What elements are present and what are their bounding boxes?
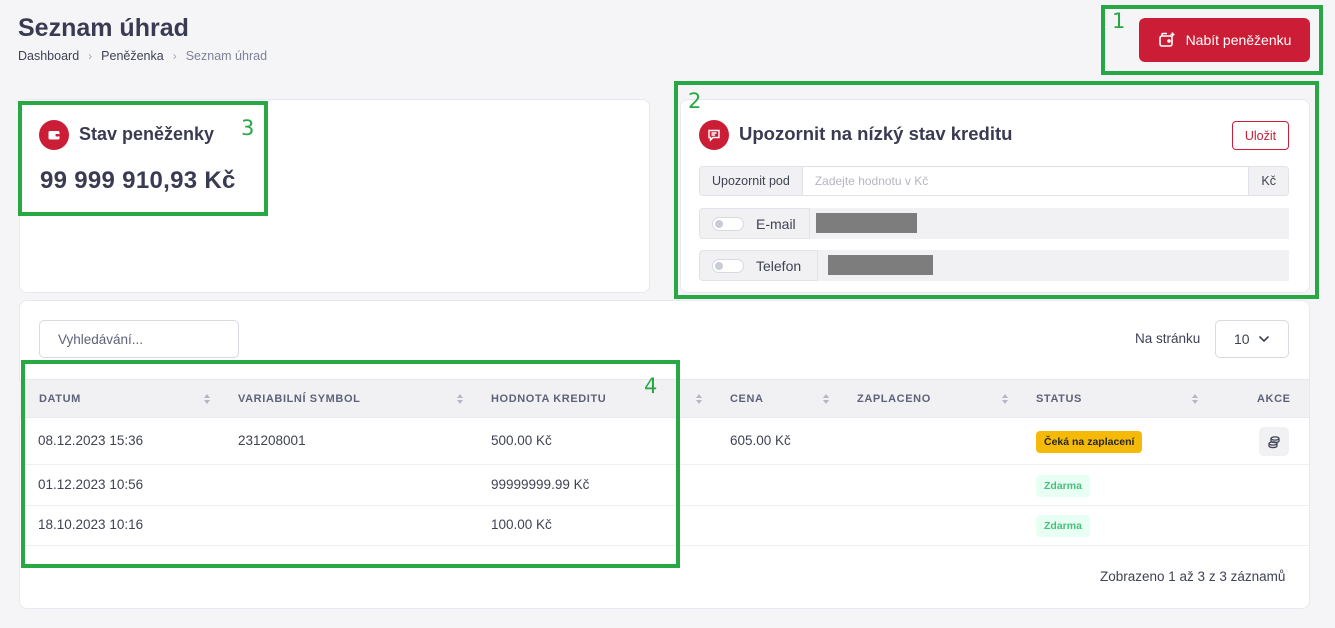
status-badge: Čeká na zaplacení	[1036, 431, 1143, 453]
table-header: DATUM VARIABILNÍ SYMBOL HODNOTA KREDITU …	[19, 379, 1309, 418]
annotation-label-1: 1	[1112, 9, 1126, 33]
threshold-prefix: Upozornit pod	[700, 167, 803, 195]
cell-credit: 100.00 Kč	[491, 517, 552, 532]
phone-toggle[interactable]	[712, 258, 744, 273]
breadcrumb-current: Seznam úhrad	[185, 49, 268, 63]
wallet-icon	[39, 120, 69, 150]
breadcrumb-separator: ›	[88, 49, 93, 63]
breadcrumb-dashboard[interactable]: Dashboard	[18, 49, 79, 63]
breadcrumb: Dashboard › Peněženka › Seznam úhrad	[18, 49, 267, 63]
currency-suffix: Kč	[1248, 167, 1288, 195]
phone-label: Telefon	[756, 257, 802, 274]
charge-wallet-button[interactable]: Nabít peněženku	[1139, 18, 1310, 62]
alert-title: Upozornit na nízký stav kreditu	[739, 123, 1013, 144]
column-header-actions: AKCE	[1257, 393, 1291, 405]
status-badge: Zdarma	[1036, 515, 1090, 537]
annotation-label-3: 3	[241, 116, 255, 140]
status-badge: Zdarma	[1036, 475, 1090, 497]
wallet-title: Stav peněženky	[79, 124, 215, 144]
redacted-phone	[828, 255, 933, 275]
annotation-label-4: 4	[644, 374, 658, 398]
email-label: E-mail	[756, 215, 796, 232]
table-row: 18.10.2023 10:16 100.00 Kč Zdarma	[19, 506, 1309, 546]
column-header-variable-symbol[interactable]: VARIABILNÍ SYMBOL	[238, 393, 360, 405]
search-input[interactable]	[39, 320, 239, 358]
breadcrumb-separator: ›	[172, 49, 177, 63]
column-header-paid[interactable]: ZAPLACENO	[857, 393, 931, 405]
cell-variable-symbol: 231208001	[238, 433, 306, 448]
email-toggle[interactable]	[712, 216, 744, 231]
threshold-input[interactable]	[802, 167, 1249, 195]
column-header-price[interactable]: CENA	[730, 393, 764, 405]
redacted-email	[816, 213, 917, 233]
sort-icon[interactable]	[456, 392, 464, 406]
table-row: 08.12.2023 15:36 231208001 500.00 Kč 605…	[19, 418, 1309, 465]
email-value-field[interactable]	[809, 208, 1289, 239]
per-page-value: 10	[1234, 331, 1250, 347]
charge-wallet-label: Nabít peněženku	[1185, 32, 1292, 48]
breadcrumb-wallet[interactable]: Peněženka	[101, 49, 164, 63]
sort-icon[interactable]	[1191, 392, 1199, 406]
per-page-select[interactable]: 10	[1215, 320, 1289, 358]
column-header-date[interactable]: DATUM	[39, 393, 81, 405]
per-page-label: Na stránku	[1135, 331, 1201, 346]
table-summary: Zobrazeno 1 až 3 z 3 záznamů	[1100, 569, 1286, 584]
phone-value-field[interactable]	[817, 250, 1289, 281]
coins-icon	[1268, 435, 1280, 448]
sort-icon[interactable]	[1001, 392, 1009, 406]
save-button[interactable]: Uložit	[1232, 121, 1289, 150]
message-alert-icon	[699, 120, 729, 150]
annotation-label-2: 2	[688, 89, 702, 113]
sort-icon[interactable]	[822, 392, 830, 406]
cell-date: 08.12.2023 15:36	[38, 433, 144, 448]
pay-action-button[interactable]	[1259, 427, 1289, 456]
column-header-status[interactable]: STATUS	[1036, 393, 1082, 405]
sort-icon[interactable]	[203, 392, 211, 406]
wallet-plus-icon	[1158, 32, 1175, 47]
sort-icon[interactable]	[695, 392, 703, 406]
cell-date: 18.10.2023 10:16	[38, 517, 144, 532]
table-row: 01.12.2023 10:56 99999999.99 Kč Zdarma	[19, 465, 1309, 506]
email-toggle-row: E-mail	[699, 208, 1289, 239]
phone-toggle-row: Telefon	[699, 250, 1289, 281]
cell-price: 605.00 Kč	[730, 433, 791, 448]
page-title: Seznam úhrad	[18, 14, 189, 42]
cell-credit: 500.00 Kč	[491, 433, 552, 448]
cell-date: 01.12.2023 10:56	[38, 477, 144, 492]
wallet-balance: 99 999 910,93 Kč	[40, 167, 236, 194]
column-header-credit[interactable]: HODNOTA KREDITU	[491, 393, 606, 405]
cell-credit: 99999999.99 Kč	[491, 477, 590, 492]
threshold-input-group: Upozornit pod Kč	[699, 166, 1289, 196]
chevron-down-icon	[1258, 335, 1270, 343]
